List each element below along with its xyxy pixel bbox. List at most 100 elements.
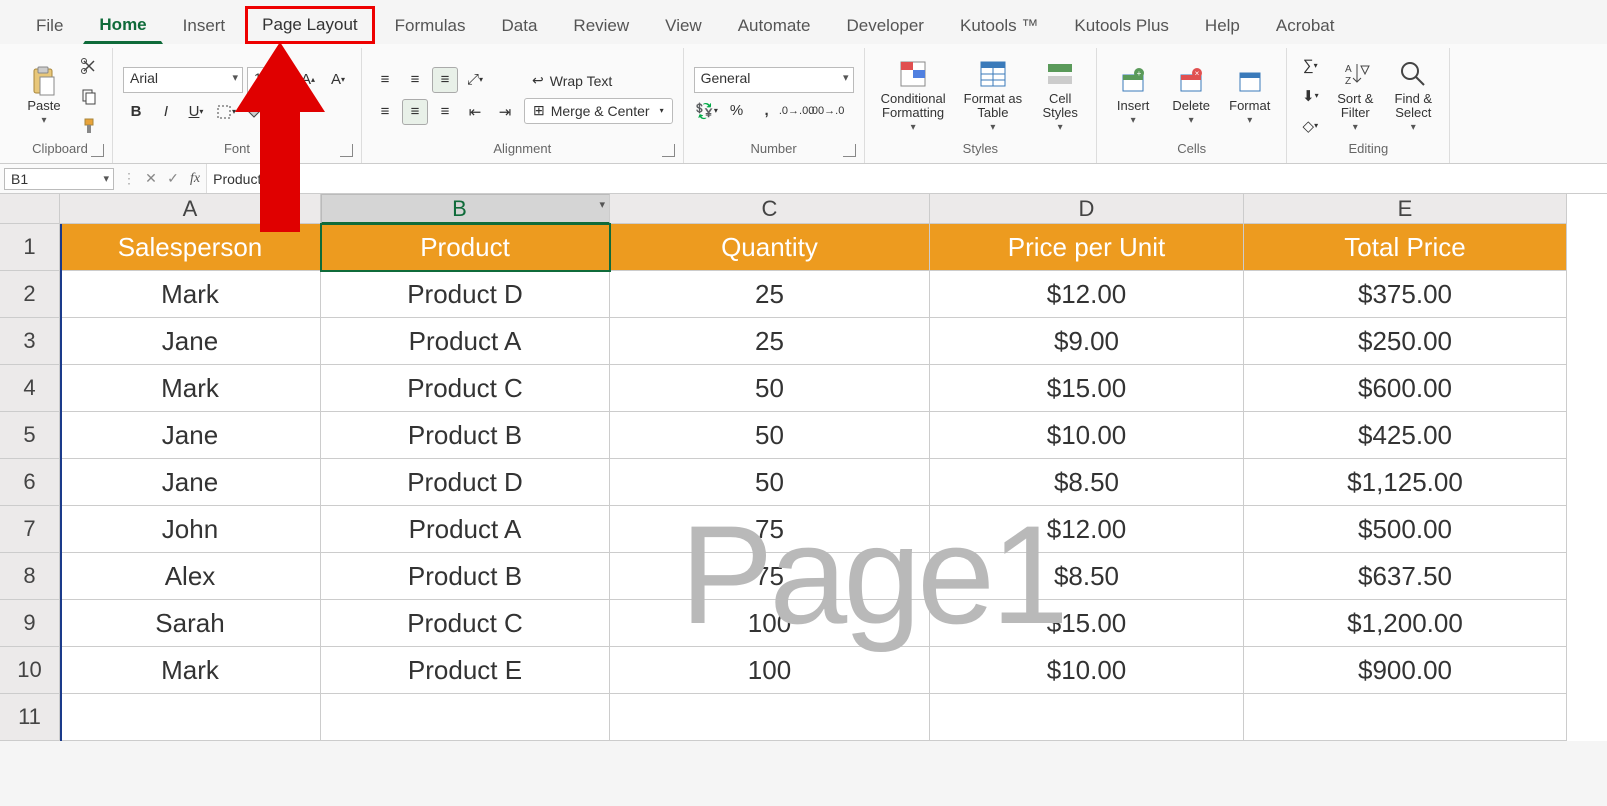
row-header-10[interactable]: 10 xyxy=(0,647,60,694)
row-header-11[interactable]: 11 xyxy=(0,694,60,741)
cell-B2[interactable]: Product D xyxy=(321,271,610,318)
increase-decimal-button[interactable]: .0→.00 xyxy=(784,98,810,124)
cell-C9[interactable]: 100 xyxy=(610,600,930,647)
row-header-8[interactable]: 8 xyxy=(0,553,60,600)
autosum-button[interactable]: ∑▾ xyxy=(1297,53,1323,79)
cell-E2[interactable]: $375.00 xyxy=(1244,271,1567,318)
cell-E6[interactable]: $1,125.00 xyxy=(1244,459,1567,506)
find-select-button[interactable]: Find & Select▾ xyxy=(1387,54,1439,138)
number-format-select[interactable]: General xyxy=(694,67,854,93)
cell-B10[interactable]: Product E xyxy=(321,647,610,694)
row-header-2[interactable]: 2 xyxy=(0,271,60,318)
cell-A8[interactable]: Alex xyxy=(60,553,321,600)
align-center-button[interactable]: ≡ xyxy=(402,99,428,125)
cell-E9[interactable]: $1,200.00 xyxy=(1244,600,1567,647)
column-header-D[interactable]: D xyxy=(930,194,1244,224)
decrease-decimal-button[interactable]: .00→.0 xyxy=(814,98,840,124)
cell-C6[interactable]: 50 xyxy=(610,459,930,506)
tab-view[interactable]: View xyxy=(649,8,718,44)
row-header-3[interactable]: 3 xyxy=(0,318,60,365)
cell-D4[interactable]: $15.00 xyxy=(930,365,1244,412)
underline-button[interactable]: U▾ xyxy=(183,99,209,125)
cell-B6[interactable]: Product D xyxy=(321,459,610,506)
cell-E4[interactable]: $600.00 xyxy=(1244,365,1567,412)
cell-A7[interactable]: John xyxy=(60,506,321,553)
conditional-formatting-button[interactable]: Conditional Formatting▾ xyxy=(875,54,952,138)
cell-C7[interactable]: 75 xyxy=(610,506,930,553)
cell-E3[interactable]: $250.00 xyxy=(1244,318,1567,365)
cell-A3[interactable]: Jane xyxy=(60,318,321,365)
cell-C4[interactable]: 50 xyxy=(610,365,930,412)
tab-page-layout[interactable]: Page Layout xyxy=(245,6,374,44)
percent-button[interactable]: % xyxy=(724,98,750,124)
confirm-formula-button[interactable]: ✓ xyxy=(162,170,184,187)
cell-B9[interactable]: Product C xyxy=(321,600,610,647)
cell-E5[interactable]: $425.00 xyxy=(1244,412,1567,459)
cell-D11[interactable] xyxy=(930,694,1244,741)
cell-A9[interactable]: Sarah xyxy=(60,600,321,647)
merge-center-button[interactable]: ⊞Merge & Center▾ xyxy=(524,98,673,124)
italic-button[interactable]: I xyxy=(153,99,179,125)
align-top-button[interactable]: ≡ xyxy=(372,67,398,93)
cell-A11[interactable] xyxy=(60,694,321,741)
fx-icon[interactable]: fx xyxy=(184,171,206,187)
cell-A2[interactable]: Mark xyxy=(60,271,321,318)
column-header-A[interactable]: A xyxy=(60,194,321,224)
row-header-9[interactable]: 9 xyxy=(0,600,60,647)
tab-kutools-plus[interactable]: Kutools Plus xyxy=(1058,8,1185,44)
row-header-5[interactable]: 5 xyxy=(0,412,60,459)
wrap-text-button[interactable]: ↩Wrap Text xyxy=(524,68,673,94)
align-left-button[interactable]: ≡ xyxy=(372,99,398,125)
column-header-B[interactable]: B xyxy=(321,194,610,224)
cell-A1[interactable]: Salesperson xyxy=(60,224,321,271)
copy-button[interactable] xyxy=(76,83,102,109)
font-size-select[interactable]: 10 xyxy=(247,67,291,93)
tab-formulas[interactable]: Formulas xyxy=(379,8,482,44)
cell-C3[interactable]: 25 xyxy=(610,318,930,365)
fill-color-button[interactable]: ▾ xyxy=(243,99,269,125)
cell-E10[interactable]: $900.00 xyxy=(1244,647,1567,694)
cell-A4[interactable]: Mark xyxy=(60,365,321,412)
tab-help[interactable]: Help xyxy=(1189,8,1256,44)
fill-button[interactable]: ⬇▾ xyxy=(1297,83,1323,109)
tab-automate[interactable]: Automate xyxy=(722,8,827,44)
cancel-formula-button[interactable]: ✕ xyxy=(140,170,162,187)
align-right-button[interactable]: ≡ xyxy=(432,99,458,125)
cell-B7[interactable]: Product A xyxy=(321,506,610,553)
tab-acrobat[interactable]: Acrobat xyxy=(1260,8,1351,44)
row-header-6[interactable]: 6 xyxy=(0,459,60,506)
clear-button[interactable]: ◇▾ xyxy=(1297,113,1323,139)
cell-E7[interactable]: $500.00 xyxy=(1244,506,1567,553)
format-as-table-button[interactable]: Format as Table▾ xyxy=(958,54,1029,138)
cell-C8[interactable]: 75 xyxy=(610,553,930,600)
cell-D2[interactable]: $12.00 xyxy=(930,271,1244,318)
cell-E1[interactable]: Total Price xyxy=(1244,224,1567,271)
cell-B3[interactable]: Product A xyxy=(321,318,610,365)
column-header-C[interactable]: C xyxy=(610,194,930,224)
cell-D8[interactable]: $8.50 xyxy=(930,553,1244,600)
tab-file[interactable]: File xyxy=(20,8,79,44)
comma-button[interactable]: , xyxy=(754,98,780,124)
cell-C11[interactable] xyxy=(610,694,930,741)
tab-insert[interactable]: Insert xyxy=(167,8,242,44)
select-all-corner[interactable] xyxy=(0,194,60,224)
tab-kutools[interactable]: Kutools ™ xyxy=(944,8,1054,44)
bold-button[interactable]: B xyxy=(123,99,149,125)
format-cells-button[interactable]: Format▾ xyxy=(1223,61,1276,130)
sort-filter-button[interactable]: AZ Sort & Filter▾ xyxy=(1329,54,1381,138)
format-painter-button[interactable] xyxy=(76,113,102,139)
increase-font-button[interactable]: A▴ xyxy=(295,67,321,93)
increase-indent-button[interactable]: ⇥ xyxy=(492,99,518,125)
font-color-button[interactable]: A▾ xyxy=(273,99,299,125)
cell-C1[interactable]: Quantity xyxy=(610,224,930,271)
column-header-E[interactable]: E xyxy=(1244,194,1567,224)
insert-cells-button[interactable]: + Insert▾ xyxy=(1107,61,1159,130)
decrease-indent-button[interactable]: ⇤ xyxy=(462,99,488,125)
paste-button[interactable]: Paste ▾ xyxy=(18,61,70,130)
cell-A6[interactable]: Jane xyxy=(60,459,321,506)
tab-developer[interactable]: Developer xyxy=(830,8,940,44)
cell-D6[interactable]: $8.50 xyxy=(930,459,1244,506)
cell-A10[interactable]: Mark xyxy=(60,647,321,694)
decrease-font-button[interactable]: A▾ xyxy=(325,67,351,93)
cell-B11[interactable] xyxy=(321,694,610,741)
